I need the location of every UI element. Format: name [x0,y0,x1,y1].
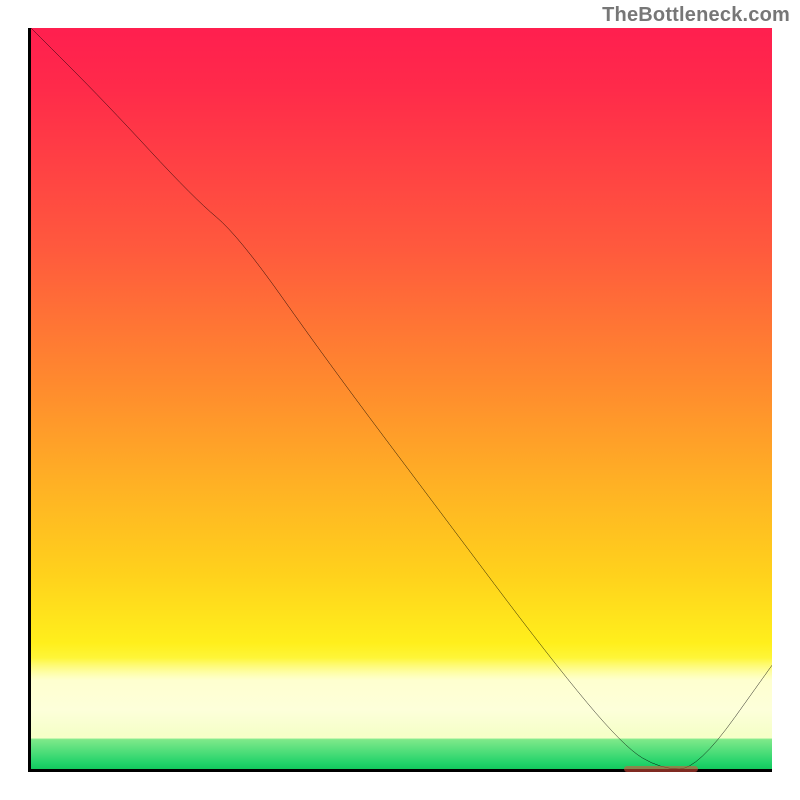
attribution-label: TheBottleneck.com [602,4,790,27]
curve-svg [31,28,772,769]
flat-segment-marker [624,766,698,772]
plot-area [28,28,772,772]
curve-path [31,28,772,769]
chart-canvas: TheBottleneck.com [0,0,800,800]
